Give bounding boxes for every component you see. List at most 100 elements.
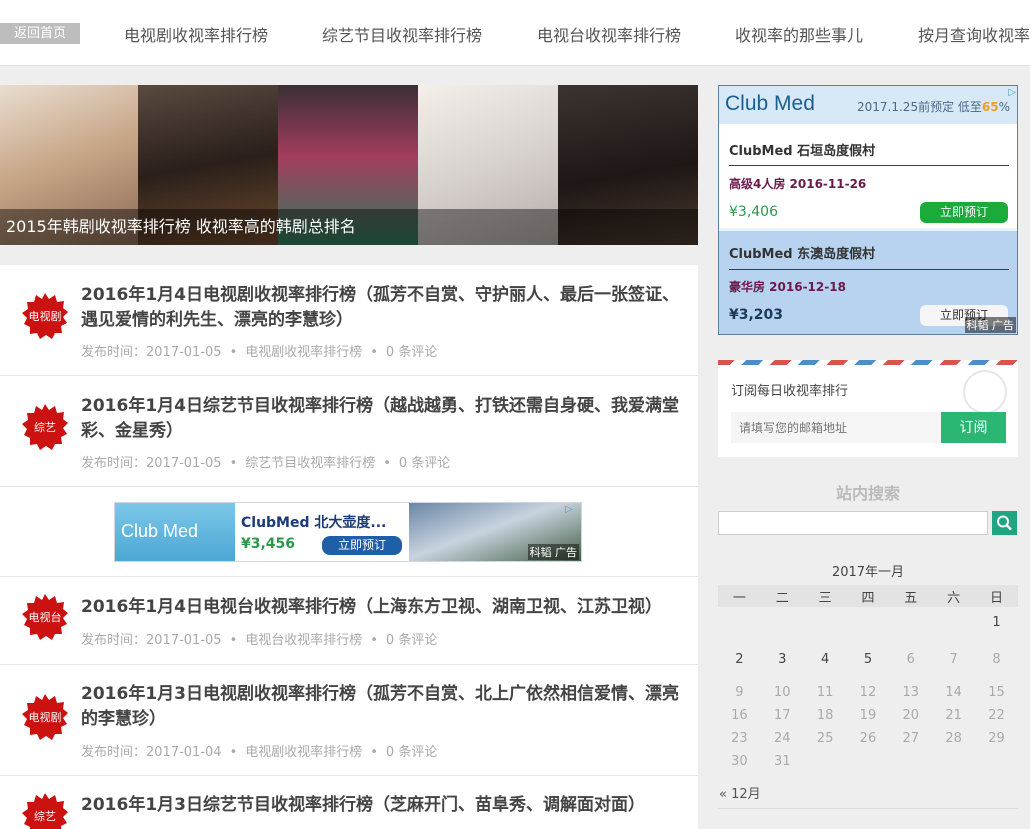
nav-ratings-stories[interactable]: 收视率的那些事儿 [735, 22, 863, 46]
search-input[interactable] [718, 511, 988, 535]
post-category[interactable]: 电视剧收视率排行榜 [245, 345, 362, 360]
postmark-icon [963, 370, 1007, 414]
category-badge: 综艺 [22, 793, 68, 829]
calendar-day: 18 [816, 708, 834, 723]
post-title[interactable]: 2016年1月3日综艺节目收视率排行榜（芝麻开门、苗阜秀、调解面对面） [81, 793, 681, 818]
post-meta: 发布时间：2017-01-05 • 电视台收视率排行榜 • 0 条评论 [81, 633, 438, 648]
search-title: 站内搜索 [835, 484, 900, 503]
ad-cta-button[interactable]: 立即预订 [322, 536, 402, 555]
calendar-day [932, 607, 975, 637]
calendar-day: 11 [816, 685, 834, 700]
calendar-day: 10 [773, 685, 791, 700]
post-meta: 发布时间：2017-01-05 • 综艺节目收视率排行榜 • 0 条评论 [81, 456, 451, 471]
calendar-day: 28 [945, 731, 962, 746]
ad-promo: 2017.1.25前预定 低至65% [857, 100, 1010, 114]
calendar: 一 二 三 四 五 六 日 1 2 3 4 5 6 7 8 9 10 11 12 13 14 15 16 17 1… [718, 585, 1018, 773]
post-category[interactable]: 综艺节目收视率排行榜 [245, 456, 375, 471]
offer-cta-button[interactable]: 立即预订 [920, 202, 1008, 223]
list-item: 综艺 2016年1月4日综艺节目收视率排行榜（越战越勇、打铁还需自身硬、我爱满堂… [0, 376, 698, 487]
weekday: 一 [718, 585, 761, 607]
calendar-week: 23456 7 8 [718, 637, 1018, 681]
ad-promo-pct: 65 [981, 100, 999, 114]
calendar-week: 1 [718, 607, 1018, 637]
calendar-day: 24 [773, 731, 791, 746]
calendar-day: 21 [945, 708, 962, 723]
home-button[interactable]: 返回首页 [0, 23, 80, 44]
post-title[interactable]: 2016年1月4日综艺节目收视率排行榜（越战越勇、打铁还需自身硬、我爱满堂彩、金… [81, 394, 681, 444]
ad-close-icon[interactable]: ▷ [565, 504, 579, 516]
email-input[interactable] [731, 412, 941, 443]
post-date: 发布时间：2017-01-05 [81, 345, 222, 360]
post-category[interactable]: 电视剧收视率排行榜 [245, 745, 362, 760]
calendar-day: 13 [902, 685, 920, 700]
article-list: 电视剧 2016年1月4日电视剧收视率排行榜（孤芳不自赏、守护丽人、最后一张签证… [0, 265, 698, 829]
weekday: 四 [846, 585, 890, 607]
calendar-day: 26 [859, 731, 877, 746]
calendar-day: 27 [902, 731, 920, 746]
sidebar-ad[interactable]: Club Med 2017.1.25前预定 低至65% ▷ ClubMed 石垣… [718, 85, 1018, 335]
subscribe-label: 订阅每日收视率排行 [731, 384, 849, 399]
list-item: 电视剧 2016年1月3日电视剧收视率排行榜（孤芳不自赏、北上广依然相信爱情、漂… [0, 665, 698, 776]
ad-header: Club Med 2017.1.25前预定 低至65% ▷ [719, 86, 1017, 124]
ad-offer-1: ClubMed 石垣岛度假村 高级4人房 2016-11-26 ¥3,406 立… [719, 124, 1017, 228]
calendar-week: 23 24 25 26 27 28 29 [718, 727, 1018, 750]
calendar-week: 30 31 [718, 750, 1018, 773]
calendar-day: 16 [731, 708, 748, 723]
subscribe-button[interactable]: 订阅 [941, 412, 1006, 443]
nav-tv-drama[interactable]: 电视剧收视率排行榜 [124, 22, 268, 46]
post-date: 发布时间：2017-01-05 [81, 633, 222, 648]
calendar-day[interactable]: 3 [761, 637, 804, 681]
post-comments[interactable]: 0 条评论 [386, 633, 437, 648]
post-comments[interactable]: 0 条评论 [399, 456, 450, 471]
ad-promo-text: 2017.1.25前预定 低至 [857, 100, 982, 114]
list-item: 电视台 2016年1月4日电视台收视率排行榜（上海东方卫视、湖南卫视、江苏卫视）… [0, 577, 698, 665]
post-date: 发布时间：2017-01-05 [81, 456, 222, 471]
post-category[interactable]: 电视台收视率排行榜 [245, 633, 362, 648]
calendar-day[interactable]: 2 [718, 637, 761, 681]
calendar-week: 16 17 18 19 20 21 22 [718, 704, 1018, 727]
clubmed-logo: Club Med [121, 521, 199, 541]
calendar-caption: 2017年一月 [831, 565, 905, 580]
badge-label: 综艺 [34, 810, 56, 823]
nav-monthly-query[interactable]: 按月查询收视率 [918, 22, 1030, 46]
list-item: 电视剧 2016年1月4日电视剧收视率排行榜（孤芳不自赏、守护丽人、最后一张签证… [0, 265, 698, 376]
post-title[interactable]: 2016年1月4日电视台收视率排行榜（上海东方卫视、湖南卫视、江苏卫视） [81, 595, 681, 620]
calendar-day: 17 [773, 708, 791, 723]
featured-banner[interactable]: 2015年韩剧收视率排行榜 收视率高的韩剧总排名 [0, 85, 698, 245]
calendar-day[interactable]: 4 [804, 637, 847, 681]
banner-caption[interactable]: 2015年韩剧收视率排行榜 收视率高的韩剧总排名 [0, 209, 698, 245]
calendar-day: 23 [731, 731, 748, 746]
search-icon [997, 515, 1012, 531]
ad-close-icon[interactable]: ▷ [1008, 87, 1016, 98]
top-nav: 返回首页 电视剧收视率排行榜 综艺节目收视率排行榜 电视台收视率排行榜 收视率的… [0, 0, 1030, 66]
post-title[interactable]: 2016年1月4日电视剧收视率排行榜（孤芳不自赏、守护丽人、最后一张签证、遇见爱… [81, 283, 681, 333]
post-date: 发布时间：2017-01-04 [81, 745, 222, 760]
calendar-day: 9 [735, 685, 744, 700]
calendar-day[interactable]: 1 [975, 607, 1018, 637]
calendar-day [932, 750, 975, 773]
post-comments[interactable]: 0 条评论 [386, 345, 437, 360]
calendar-day [804, 750, 847, 773]
calendar-day [718, 607, 761, 637]
calendar-day[interactable]: 5 [847, 637, 890, 681]
weekday: 五 [889, 585, 933, 607]
post-meta: 发布时间：2017-01-04 • 电视剧收视率排行榜 • 0 条评论 [81, 745, 438, 760]
calendar-prev-month[interactable]: « 12月 [719, 783, 761, 802]
post-title[interactable]: 2016年1月3日电视剧收视率排行榜（孤芳不自赏、北上广依然相信爱情、漂亮的李慧… [81, 682, 681, 732]
offer-price: ¥3,203 [729, 307, 784, 323]
calendar-day: 31 [773, 754, 791, 769]
nav-variety[interactable]: 综艺节目收视率排行榜 [322, 22, 482, 46]
list-item: 综艺 2016年1月3日综艺节目收视率排行榜（芝麻开门、苗阜秀、调解面对面） [0, 776, 698, 829]
inline-ad[interactable]: Club Med ClubMed 北大壶度... ¥3,456 立即预订 ▷ 科… [114, 502, 582, 562]
category-badge: 电视剧 [22, 694, 68, 740]
offer-name: ClubMed 东澳岛度假村 [729, 247, 876, 262]
search-button[interactable] [992, 511, 1017, 535]
post-comments[interactable]: 0 条评论 [386, 745, 437, 760]
calendar-day: 25 [816, 731, 834, 746]
calendar-day: 8 [992, 651, 1001, 667]
nav-tv-station[interactable]: 电视台收视率排行榜 [537, 22, 681, 46]
subscribe-widget: 订阅每日收视率排行 订阅 [718, 360, 1018, 457]
offer-price: ¥3,406 [729, 204, 778, 220]
calendar-day [889, 607, 932, 637]
weekday: 六 [932, 585, 976, 607]
